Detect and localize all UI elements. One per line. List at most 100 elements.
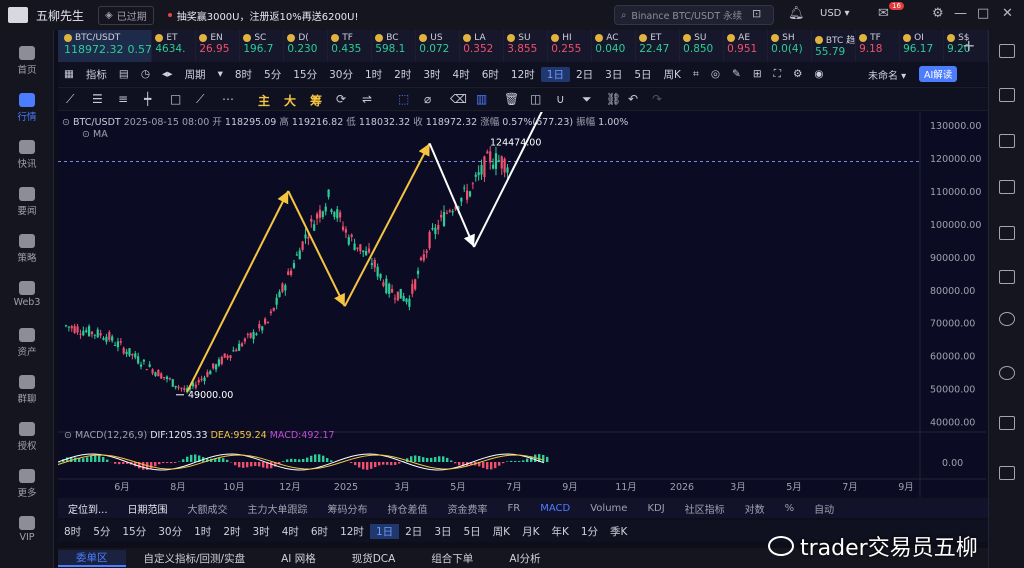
timeframe-7[interactable]: 4时 bbox=[276, 524, 305, 539]
indicator-tab-7[interactable]: FR bbox=[498, 503, 531, 514]
mail-icon[interactable]: ✉ bbox=[878, 6, 889, 21]
ai-interpret-button[interactable]: AI解读 bbox=[919, 66, 958, 82]
main-indicator-button[interactable]: 主 bbox=[258, 92, 270, 109]
target-icon[interactable]: ◉ bbox=[808, 68, 829, 80]
multi-line-tool-icon[interactable]: ☰ bbox=[92, 92, 103, 106]
ticker-item[interactable]: OI 96.17 bbox=[900, 30, 945, 62]
ticker-item[interactable]: HI 0.255 bbox=[548, 30, 593, 62]
ticker-item[interactable]: SU 3.855 bbox=[504, 30, 549, 62]
timeframe-8[interactable]: 6时 bbox=[305, 524, 334, 539]
magnet-icon[interactable]: ∪ bbox=[556, 92, 565, 106]
sync-icon[interactable] bbox=[999, 366, 1015, 380]
indicator-tab-4[interactable]: 筹码分布 bbox=[318, 501, 378, 516]
parallel-tool-icon[interactable]: ≡ bbox=[118, 92, 128, 106]
timeframe-14[interactable]: 周K bbox=[487, 524, 516, 539]
expired-badge[interactable]: ◈ 已过期 bbox=[98, 5, 154, 25]
panel-tab-3[interactable]: 现货DCA bbox=[334, 551, 414, 566]
layout-name[interactable]: 未命名 ▾ bbox=[868, 67, 906, 82]
toolbar-item-2[interactable]: 8时 bbox=[229, 67, 258, 82]
depth-chart-icon[interactable] bbox=[999, 180, 1015, 194]
cursor-tool-icon[interactable]: ⬚ bbox=[398, 92, 409, 106]
fullscreen-icon[interactable]: ⛶ bbox=[768, 68, 787, 81]
add-ticker-icon[interactable]: + bbox=[962, 36, 975, 55]
panel-tab-4[interactable]: 组合下单 bbox=[413, 551, 491, 566]
bell-icon[interactable]: 🔔︎ bbox=[788, 6, 805, 21]
timeframe-4[interactable]: 1时 bbox=[188, 524, 217, 539]
ticker-item[interactable]: SU 0.850 bbox=[680, 30, 725, 62]
indicator-tab-12[interactable]: 对数 bbox=[735, 501, 775, 516]
brush-tool-icon[interactable]: ⟋ bbox=[196, 92, 204, 107]
line-tool-icon[interactable]: ⟋ bbox=[66, 92, 74, 107]
indicator-tab-9[interactable]: Volume bbox=[580, 503, 637, 514]
ticker-item[interactable]: BTC/USDT118972.320.57% bbox=[58, 30, 153, 62]
nav-item-3[interactable]: 要闻 bbox=[0, 187, 54, 217]
arrows-icon[interactable]: ◂▸ bbox=[156, 68, 179, 80]
notes-icon[interactable] bbox=[999, 416, 1015, 430]
undo-icon[interactable]: ↶ bbox=[628, 92, 638, 106]
toolbar-item-12[interactable]: 1日 bbox=[540, 66, 570, 82]
ticker-item[interactable]: TF 9.18 bbox=[856, 30, 901, 62]
portfolio-icon[interactable] bbox=[999, 270, 1015, 284]
indicator-tab-8[interactable]: MACD bbox=[530, 503, 580, 514]
period-dropdown-icon[interactable]: ▾ bbox=[212, 68, 229, 80]
toolbar-item-11[interactable]: 12时 bbox=[505, 67, 541, 82]
toolbar-item-4[interactable]: 15分 bbox=[287, 67, 323, 82]
toolbar-item-14[interactable]: 3日 bbox=[599, 67, 628, 82]
timeframe-1[interactable]: 5分 bbox=[87, 524, 116, 539]
delete-drawings-icon[interactable]: 🗑︎ bbox=[504, 92, 519, 106]
timeframe-9[interactable]: 12时 bbox=[334, 524, 370, 539]
timeframe-13[interactable]: 5日 bbox=[458, 524, 487, 539]
timeframe-11[interactable]: 2日 bbox=[399, 524, 428, 539]
settings-icon[interactable]: ⚙ bbox=[932, 6, 944, 21]
ma-indicator-label[interactable]: ⊙ MA bbox=[82, 129, 108, 140]
timeframe-2[interactable]: 15分 bbox=[116, 524, 152, 539]
toolbar-item-10[interactable]: 6时 bbox=[476, 67, 505, 82]
indicator-tab-1[interactable]: 日期范围 bbox=[118, 501, 178, 516]
toolbar-item-5[interactable]: 30分 bbox=[323, 67, 359, 82]
toolbar-item-6[interactable]: 1时 bbox=[359, 67, 388, 82]
timeframe-17[interactable]: 1分 bbox=[575, 524, 604, 539]
hide-drawings-icon[interactable]: ◫ bbox=[530, 92, 541, 106]
timeframe-12[interactable]: 3日 bbox=[428, 524, 457, 539]
panel-tab-1[interactable]: 自定义指标/回测/实盘 bbox=[126, 551, 264, 566]
scan-icon[interactable]: ⊡ bbox=[752, 7, 761, 20]
chip-button[interactable]: 筹 bbox=[310, 92, 322, 109]
nav-item-9[interactable]: 更多 bbox=[0, 469, 54, 499]
timeframe-5[interactable]: 2时 bbox=[217, 524, 246, 539]
ticker-item[interactable]: BC 598.1 bbox=[372, 30, 417, 62]
toolbar-item-1[interactable]: 周期 bbox=[179, 67, 212, 82]
redo-icon[interactable]: ↷ bbox=[652, 92, 662, 106]
maximize-icon[interactable]: □ bbox=[977, 6, 989, 21]
close-icon[interactable]: ✕ bbox=[1002, 6, 1013, 21]
toolbar-item-3[interactable]: 5分 bbox=[258, 67, 287, 82]
currency-select[interactable]: USD ▾ bbox=[820, 8, 850, 19]
indicator-tab-6[interactable]: 资金费率 bbox=[438, 501, 498, 516]
gear-icon[interactable]: ⚙ bbox=[787, 68, 808, 80]
indicator-tab-0[interactable]: 定位到... bbox=[58, 501, 118, 516]
horizontal-line-icon[interactable]: ┿ bbox=[144, 92, 151, 106]
nav-item-2[interactable]: 快讯 bbox=[0, 140, 54, 170]
layout-icon[interactable] bbox=[999, 44, 1015, 58]
ticker-item[interactable]: ET 4634. bbox=[152, 30, 197, 62]
nav-item-4[interactable]: 策略 bbox=[0, 234, 54, 264]
nav-item-6[interactable]: 资产 bbox=[0, 328, 54, 358]
indicator-tab-11[interactable]: 社区指标 bbox=[675, 501, 735, 516]
calendar-icon[interactable]: ▤ bbox=[113, 68, 135, 80]
collapse-icon[interactable]: ⊙ bbox=[62, 117, 70, 128]
indicator-tab-5[interactable]: 持仓差值 bbox=[378, 501, 438, 516]
nav-item-0[interactable]: 首页 bbox=[0, 46, 54, 76]
ticker-item[interactable]: ET 22.47 bbox=[636, 30, 681, 62]
ticker-item[interactable]: TF 0.435 bbox=[328, 30, 373, 62]
toolbar-item-15[interactable]: 5日 bbox=[628, 67, 657, 82]
timeframe-3[interactable]: 30分 bbox=[152, 524, 188, 539]
timeframe-6[interactable]: 3时 bbox=[247, 524, 276, 539]
snapshot-icon[interactable]: ◎ bbox=[705, 68, 726, 80]
promo-banner[interactable]: 抽奖赢3000U，注册返10%再送6200U! bbox=[167, 8, 359, 23]
indicator-tab-10[interactable]: KDJ bbox=[637, 503, 674, 514]
toolbar-item-13[interactable]: 2日 bbox=[570, 67, 599, 82]
alert-icon[interactable] bbox=[999, 312, 1015, 326]
nav-item-8[interactable]: 授权 bbox=[0, 422, 54, 452]
timeframe-16[interactable]: 年K bbox=[545, 524, 574, 539]
indicator-tab-2[interactable]: 大额成交 bbox=[178, 501, 238, 516]
pen-icon[interactable]: ✎ bbox=[726, 68, 747, 80]
